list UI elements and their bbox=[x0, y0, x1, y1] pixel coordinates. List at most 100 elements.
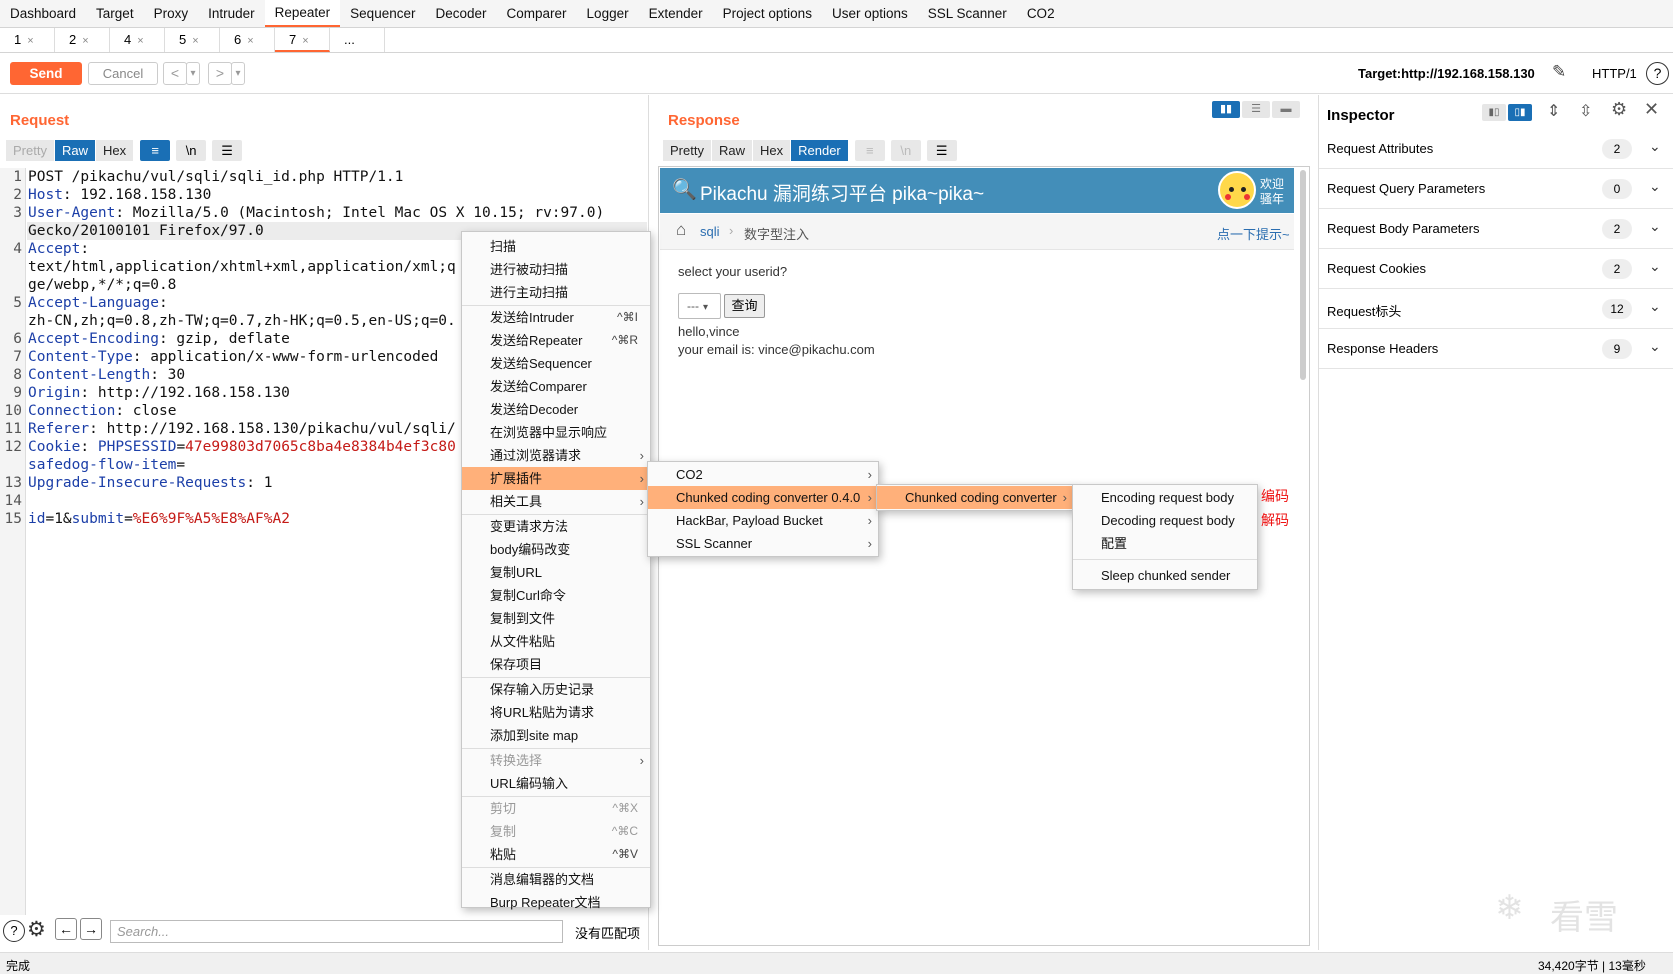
inspector-row-request-cookies[interactable]: Request Cookies 2 ⌄ bbox=[1319, 249, 1673, 289]
inspector-row-request-body-parameters[interactable]: Request Body Parameters 2 ⌄ bbox=[1319, 209, 1673, 249]
wrap-lines-icon[interactable]: ≡ bbox=[140, 140, 171, 161]
response-view-hex[interactable]: Hex bbox=[752, 140, 792, 161]
menu-item[interactable]: 变更请求方法 bbox=[462, 515, 650, 538]
close-icon[interactable]: × bbox=[82, 35, 88, 47]
inspector-settings-gear-icon[interactable]: ⚙ bbox=[1611, 99, 1627, 120]
menu-item[interactable]: 通过浏览器请求 › bbox=[462, 444, 650, 467]
chevron-down-icon[interactable]: ⌄ bbox=[1649, 298, 1661, 315]
tab-decoder[interactable]: Decoder bbox=[425, 0, 496, 27]
history-back-button[interactable]: < bbox=[163, 62, 187, 85]
repeater-tab-6[interactable]: 6 × bbox=[220, 28, 275, 52]
response-scrollbar[interactable] bbox=[1300, 170, 1306, 380]
request-menu-icon[interactable]: ☰ bbox=[212, 140, 243, 161]
menu-item[interactable]: 将URL粘贴为请求 bbox=[462, 701, 650, 724]
tab-target[interactable]: Target bbox=[86, 0, 144, 27]
menu-item[interactable]: URL编码输入 bbox=[462, 772, 650, 795]
response-wrap-icon[interactable]: ≡ bbox=[854, 140, 885, 161]
query-button[interactable]: 查询 bbox=[724, 294, 765, 318]
tab-repeater[interactable]: Repeater bbox=[264, 0, 341, 27]
chunked-action-item[interactable]: 配置 bbox=[1073, 532, 1257, 555]
cancel-button[interactable]: Cancel bbox=[88, 62, 158, 85]
menu-item[interactable]: 保存项目 bbox=[462, 653, 650, 676]
extension-menu-item[interactable]: SSL Scanner › bbox=[648, 532, 878, 555]
menu-item[interactable]: 进行被动扫描 bbox=[462, 258, 650, 281]
layout-top-bottom-icon[interactable]: ☰ bbox=[1242, 101, 1270, 118]
menu-item[interactable]: 进行主动扫描 bbox=[462, 281, 650, 304]
chevron-down-icon[interactable]: ⌄ bbox=[1649, 218, 1661, 235]
home-icon[interactable]: ⌂ bbox=[676, 220, 686, 240]
extension-menu-item[interactable]: CO2 › bbox=[648, 463, 878, 486]
request-view-pretty[interactable]: Pretty bbox=[6, 140, 55, 161]
tab-comparer[interactable]: Comparer bbox=[497, 0, 577, 27]
chevron-down-icon[interactable]: ⌄ bbox=[1649, 178, 1661, 195]
inspector-row-response-headers[interactable]: Response Headers 9 ⌄ bbox=[1319, 329, 1673, 369]
close-icon[interactable]: × bbox=[302, 35, 308, 47]
chunked-menu-item[interactable]: Chunked coding converter › bbox=[877, 486, 1073, 509]
close-icon[interactable]: × bbox=[137, 35, 143, 47]
help-small-icon[interactable]: ? bbox=[3, 920, 25, 942]
menu-item[interactable]: 发送给Intruder ^⌘I bbox=[462, 306, 650, 329]
tab-extender[interactable]: Extender bbox=[639, 0, 713, 27]
chevron-down-icon[interactable]: ⌄ bbox=[1649, 338, 1661, 355]
menu-item[interactable]: 复制URL bbox=[462, 561, 650, 584]
close-icon[interactable]: ✕ bbox=[1644, 99, 1659, 120]
request-view-hex[interactable]: Hex bbox=[95, 140, 135, 161]
collapse-all-icon[interactable]: ⇳ bbox=[1579, 101, 1592, 121]
menu-item[interactable]: 从文件粘贴 bbox=[462, 630, 650, 653]
breadcrumb-sqli[interactable]: sqli bbox=[700, 224, 720, 239]
extension-menu-item[interactable]: HackBar, Payload Bucket › bbox=[648, 509, 878, 532]
menu-item[interactable]: 发送给Repeater ^⌘R bbox=[462, 329, 650, 352]
tab-user-options[interactable]: User options bbox=[822, 0, 918, 27]
close-icon[interactable]: × bbox=[27, 35, 33, 47]
show-newlines-button[interactable]: \n bbox=[176, 140, 207, 161]
menu-item[interactable]: 发送给Sequencer bbox=[462, 352, 650, 375]
menu-item[interactable]: body编码改变 bbox=[462, 538, 650, 561]
tab-dashboard[interactable]: Dashboard bbox=[0, 0, 86, 27]
search-input[interactable]: Search... bbox=[110, 920, 563, 943]
repeater-tab-2[interactable]: 2 × bbox=[55, 28, 110, 52]
menu-item[interactable]: 保存输入历史记录 bbox=[462, 678, 650, 701]
response-view-pretty[interactable]: Pretty bbox=[663, 140, 712, 161]
tab-co2[interactable]: CO2 bbox=[1017, 0, 1065, 27]
close-icon[interactable]: × bbox=[247, 35, 253, 47]
inspector-row-request标头[interactable]: Request标头 12 ⌄ bbox=[1319, 289, 1673, 329]
history-back-dropdown[interactable]: ▾ bbox=[186, 62, 200, 85]
menu-item[interactable]: 消息编辑器的文档 bbox=[462, 868, 650, 891]
menu-item[interactable]: 扩展插件 › bbox=[462, 467, 650, 490]
tab-logger[interactable]: Logger bbox=[577, 0, 639, 27]
extension-menu-item[interactable]: Chunked coding converter 0.4.0 › bbox=[648, 486, 878, 509]
tab-project-options[interactable]: Project options bbox=[713, 0, 822, 27]
search-next-icon[interactable]: → bbox=[80, 918, 102, 940]
chunked-action-item[interactable]: Decoding request body bbox=[1073, 509, 1257, 532]
menu-item[interactable]: 复制到文件 bbox=[462, 607, 650, 630]
menu-item[interactable]: 发送给Comparer bbox=[462, 375, 650, 398]
inspector-row-request-query-parameters[interactable]: Request Query Parameters 0 ⌄ bbox=[1319, 169, 1673, 209]
repeater-tab-more[interactable]: ... bbox=[330, 28, 385, 52]
menu-item[interactable]: 发送给Decoder bbox=[462, 398, 650, 421]
settings-gear-icon[interactable]: ⚙ bbox=[27, 917, 46, 942]
help-icon[interactable]: ? bbox=[1646, 62, 1669, 85]
menu-item[interactable]: 扫描 bbox=[462, 235, 650, 258]
expand-all-icon[interactable]: ⇕ bbox=[1547, 101, 1560, 121]
tab-proxy[interactable]: Proxy bbox=[144, 0, 199, 27]
menu-item[interactable]: Burp Repeater文档 bbox=[462, 891, 650, 914]
send-button[interactable]: Send bbox=[10, 62, 82, 85]
userid-select[interactable]: --- ▾ bbox=[678, 293, 721, 319]
history-forward-dropdown[interactable]: ▾ bbox=[231, 62, 245, 85]
repeater-tab-4[interactable]: 4 × bbox=[110, 28, 165, 52]
http-version-label[interactable]: HTTP/1 bbox=[1592, 66, 1637, 81]
chevron-down-icon[interactable]: ⌄ bbox=[1649, 258, 1661, 275]
request-view-raw[interactable]: Raw bbox=[54, 140, 96, 161]
inspector-row-request-attributes[interactable]: Request Attributes 2 ⌄ bbox=[1319, 129, 1673, 169]
response-view-render[interactable]: Render bbox=[791, 140, 849, 161]
response-newlines-icon[interactable]: \n bbox=[890, 140, 921, 161]
menu-item[interactable]: 在浏览器中显示响应 bbox=[462, 421, 650, 444]
inspector-layout-b-icon[interactable]: ▯▮ bbox=[1508, 104, 1532, 121]
menu-item[interactable]: 相关工具 › bbox=[462, 490, 650, 513]
chunked-action-item[interactable]: Sleep chunked sender bbox=[1073, 564, 1257, 587]
menu-item[interactable]: 添加到site map bbox=[462, 724, 650, 747]
tab-intruder[interactable]: Intruder bbox=[198, 0, 265, 27]
repeater-tab-1[interactable]: 1 × bbox=[0, 28, 55, 52]
search-prev-icon[interactable]: ← bbox=[55, 918, 77, 940]
chunked-action-item[interactable]: Encoding request body bbox=[1073, 486, 1257, 509]
